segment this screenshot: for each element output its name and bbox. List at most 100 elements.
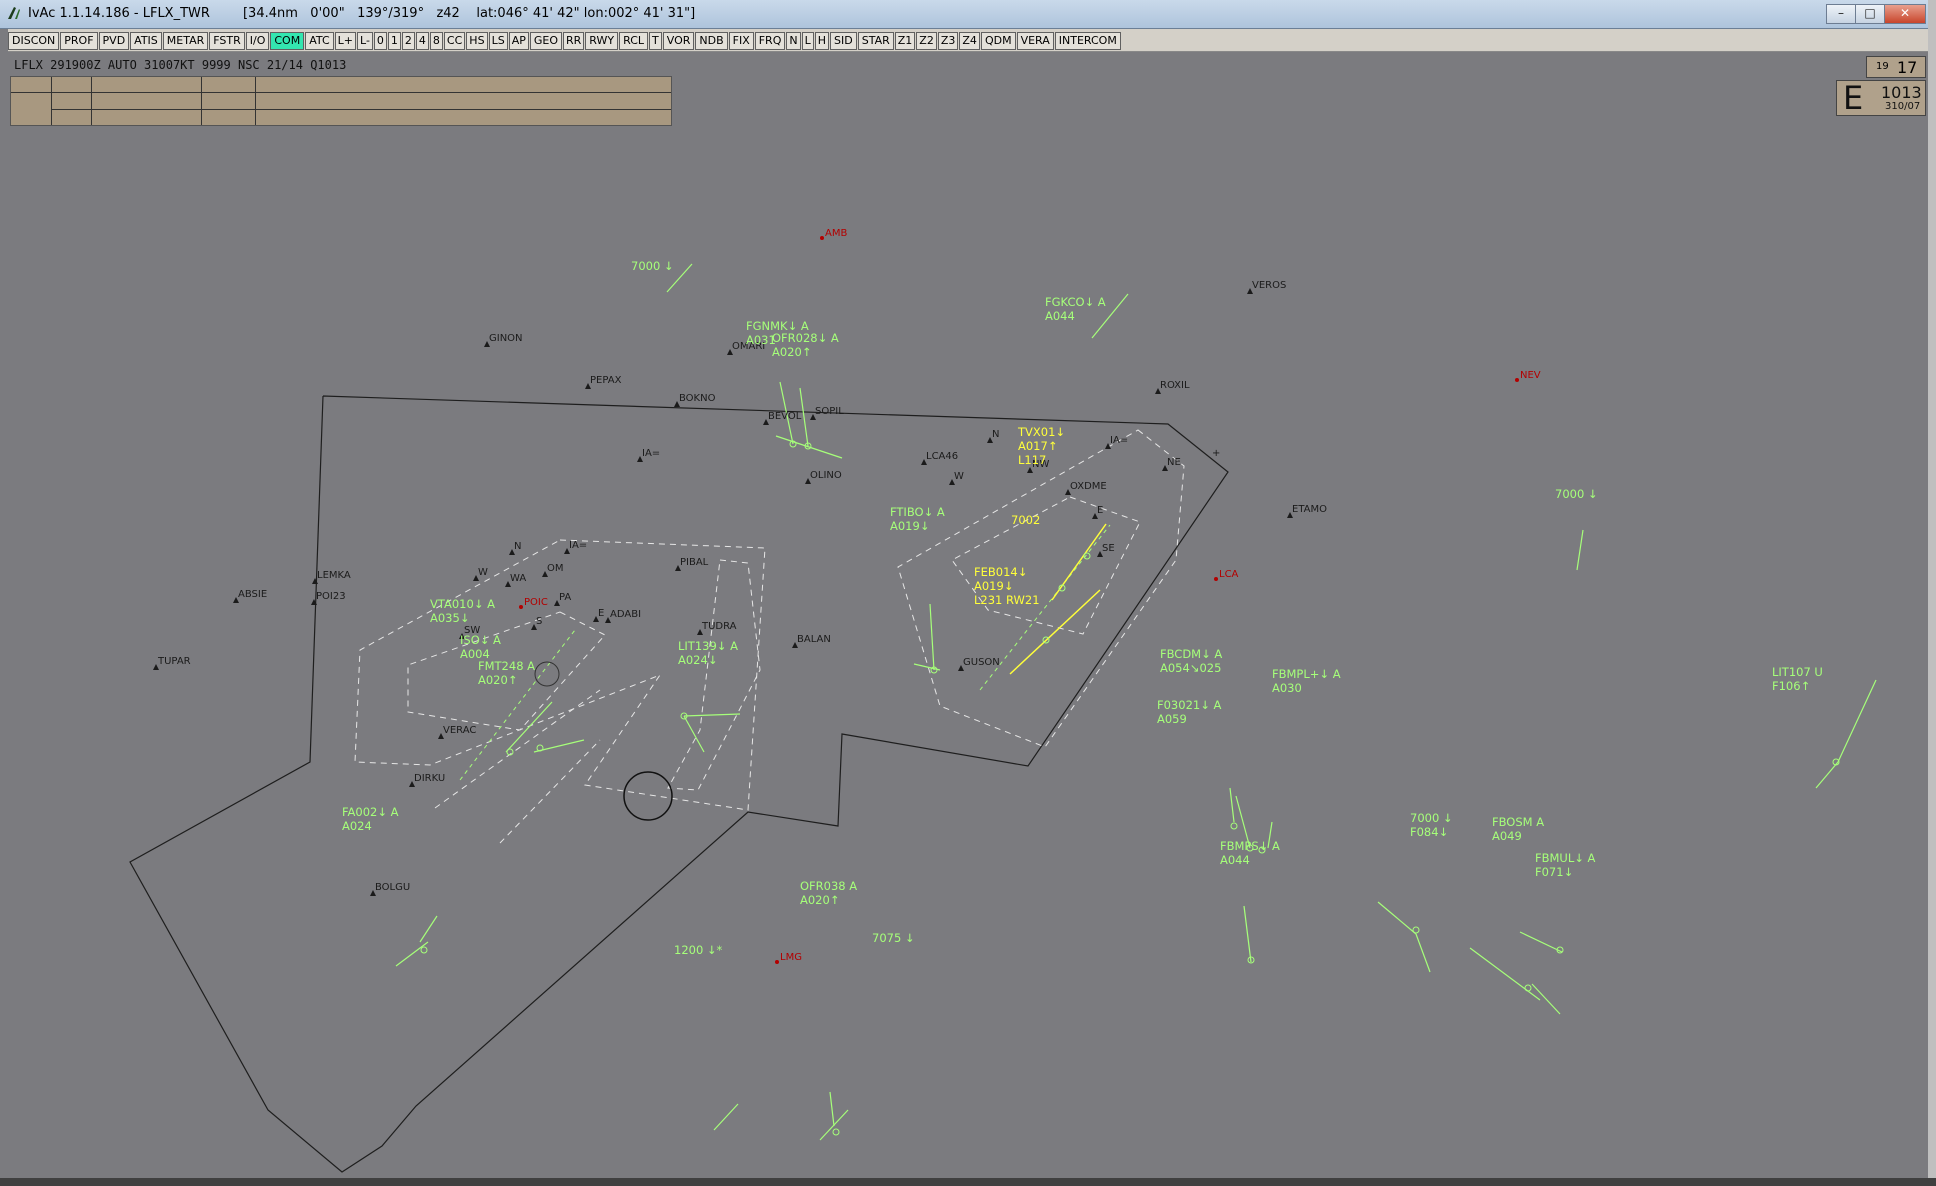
fix-pepax[interactable]: PEPAX	[585, 375, 622, 389]
fix-bevol[interactable]: BEVOL	[763, 411, 802, 425]
toolbar-button-fstr[interactable]: FSTR	[209, 32, 245, 50]
fix-dirku[interactable]: DIRKU	[409, 773, 445, 787]
toolbar-button-fix[interactable]: FIX	[728, 32, 754, 50]
toolbar-button-atis[interactable]: ATIS	[130, 32, 162, 50]
traffic-tag-vta010[interactable]: VTA010↓ AA035↓	[430, 597, 495, 625]
traffic-tag-sq7000a[interactable]: 7000 ↓	[631, 259, 674, 273]
close-button[interactable]: ✕	[1884, 4, 1926, 24]
fix-balan[interactable]: BALAN	[792, 634, 831, 648]
traffic-tag-lit139[interactable]: LIT139↓ AA024↓	[678, 639, 738, 667]
toolbar-button-ls[interactable]: LS	[488, 32, 508, 50]
traffic-tag-tvx01[interactable]: TVX01↓A017↑L117	[1017, 425, 1065, 467]
vor-amb[interactable]: AMB	[820, 228, 847, 240]
toolbar-button-z4[interactable]: Z4	[959, 32, 980, 50]
fix-pibal[interactable]: PIBAL	[675, 557, 709, 571]
toolbar-button-2[interactable]: 2	[401, 32, 415, 50]
fix-lemka[interactable]: LEMKA	[312, 570, 351, 584]
traffic-tag-fbmul[interactable]: FBMUL↓ AF071↓	[1535, 851, 1596, 879]
traffic-tag-fa[interactable]: FA002↓ AA024	[342, 805, 399, 833]
toolbar-button-z3[interactable]: Z3	[937, 32, 959, 50]
fix-veros[interactable]: VEROS	[1247, 280, 1286, 294]
radar-scope[interactable]: GINONOMARIPEPAXBOKNOBEVOL SOPILVEROSROXIL…	[0, 52, 1928, 1178]
toolbar-button-vor[interactable]: VOR	[662, 32, 695, 50]
fix-n[interactable]: N	[987, 429, 999, 443]
traffic-tag-f03021[interactable]: F03021↓ AA059	[1157, 698, 1221, 726]
toolbar-button-hs[interactable]: HS	[466, 32, 488, 50]
fix-ne[interactable]: NE	[1162, 457, 1181, 471]
toolbar-button-z2[interactable]: Z2	[916, 32, 937, 50]
toolbar-button-i-o[interactable]: I/O	[245, 32, 270, 50]
toolbar-button-metar[interactable]: METAR	[162, 32, 209, 50]
toolbar-button-l[interactable]: L	[801, 32, 814, 50]
traffic-tag-sq7000b[interactable]: 7000 ↓	[1555, 487, 1598, 501]
toolbar-button-pvd[interactable]: PVD	[98, 32, 130, 50]
fix-se[interactable]: SE	[1097, 543, 1115, 557]
toolbar-button-rwy[interactable]: RWY	[585, 32, 619, 50]
traffic-tag-fgkco[interactable]: FGKCO↓ AA044	[1045, 295, 1106, 323]
toolbar-button-ap[interactable]: AP	[508, 32, 529, 50]
toolbar-button-vera[interactable]: VERA	[1016, 32, 1054, 50]
vor-nev[interactable]: NEV	[1515, 370, 1541, 382]
toolbar-button-0[interactable]: 0	[373, 32, 387, 50]
fix-tudra[interactable]: TUDRA	[697, 621, 737, 635]
toolbar-button-l-[interactable]: L+	[334, 32, 357, 50]
toolbar-button-z1[interactable]: Z1	[894, 32, 916, 50]
traffic-tag-fbcdm[interactable]: FBCDM↓ AA054↘025	[1160, 647, 1222, 675]
fix-roxil[interactable]: ROXIL	[1155, 380, 1190, 394]
fix-ia[interactable]: IA=	[637, 448, 660, 462]
toolbar-button-rcl[interactable]: RCL	[619, 32, 648, 50]
toolbar-button-atc[interactable]: ATC	[305, 32, 334, 50]
fix-verac[interactable]: VERAC	[438, 725, 476, 739]
toolbar-button-intercom[interactable]: INTERCOM	[1054, 32, 1121, 50]
fix-guson[interactable]: GUSON	[958, 657, 1000, 671]
vor-lmg[interactable]: LMG	[775, 952, 802, 964]
fix-ia[interactable]: IA=	[564, 540, 587, 554]
fix-tupar[interactable]: TUPAR	[153, 656, 191, 670]
toolbar-button-frq[interactable]: FRQ	[754, 32, 786, 50]
minimize-button[interactable]: –	[1826, 4, 1856, 24]
traffic-tag-sq7075[interactable]: 7075 ↓	[872, 931, 915, 945]
toolbar-button-l-[interactable]: L-	[357, 32, 373, 50]
traffic-tag-sq1200[interactable]: 1200 ↓*	[674, 943, 723, 957]
traffic-tag-ofr028[interactable]: OFR028↓ AA020↑	[772, 331, 839, 359]
traffic-tag-lit107[interactable]: LIT107 UF106↑	[1772, 665, 1823, 693]
fix-oxdme[interactable]: OXDME	[1065, 481, 1107, 495]
toolbar-button-prof[interactable]: PROF	[60, 32, 98, 50]
toolbar-button-geo[interactable]: GEO	[529, 32, 562, 50]
toolbar-button-ndb[interactable]: NDB	[695, 32, 728, 50]
toolbar-button-rr[interactable]: RR	[563, 32, 585, 50]
toolbar-button-sid[interactable]: SID	[830, 32, 857, 50]
fix-ia[interactable]: IA=	[1105, 435, 1128, 449]
toolbar-button-4[interactable]: 4	[415, 32, 429, 50]
toolbar-button-star[interactable]: STAR	[857, 32, 894, 50]
toolbar-button-com[interactable]: COM	[270, 32, 305, 50]
toolbar-button-discon[interactable]: DISCON	[8, 32, 60, 50]
traffic-tag-fmt248[interactable]: FMT248 AA020↑	[478, 659, 535, 687]
fix-e[interactable]: E	[593, 608, 604, 622]
fix-bokno[interactable]: BOKNO	[674, 393, 716, 407]
traffic-tag-iso[interactable]: ISO↓ AA004	[460, 633, 501, 661]
toolbar-button-h[interactable]: H	[814, 32, 830, 50]
toolbar-button-8[interactable]: 8	[429, 32, 443, 50]
fix-om[interactable]: OM	[542, 563, 564, 577]
traffic-tag-layer[interactable]: FGKCO↓ AA044FGNMK↓ AA031OFR028↓ AA020↑70…	[342, 259, 1823, 957]
toolbar-button-qdm[interactable]: QDM	[980, 32, 1016, 50]
fix-s[interactable]: S	[531, 616, 542, 630]
fix-absie[interactable]: ABSIE	[233, 589, 267, 603]
fix-wa[interactable]: WA	[505, 573, 526, 587]
fix-sopil[interactable]: SOPIL	[810, 406, 844, 420]
traffic-tag-fbosm[interactable]: FBOSM AA049	[1492, 815, 1544, 843]
maximize-button[interactable]: □	[1855, 4, 1885, 24]
vor-lca[interactable]: LCA	[1214, 569, 1239, 581]
traffic-tag-ftibo[interactable]: FTIBO↓ AA019↓	[890, 505, 945, 533]
traffic-tag-feb014[interactable]: FEB014↓A019↓L231 RW21	[974, 565, 1040, 607]
traffic-tag-ofr038[interactable]: OFR038 AA020↑	[800, 879, 857, 907]
traffic-tag-sq7000c[interactable]: 7000 ↓F084↓	[1410, 811, 1453, 839]
fix-e[interactable]: E	[1092, 505, 1103, 519]
toolbar-button-1[interactable]: 1	[387, 32, 401, 50]
fix-olino[interactable]: OLINO	[805, 470, 842, 484]
fix-n[interactable]: N	[509, 541, 521, 555]
fix-adabi[interactable]: ADABI	[605, 609, 641, 623]
toolbar-button-n[interactable]: N	[786, 32, 801, 50]
fix-w[interactable]: W	[949, 471, 964, 485]
